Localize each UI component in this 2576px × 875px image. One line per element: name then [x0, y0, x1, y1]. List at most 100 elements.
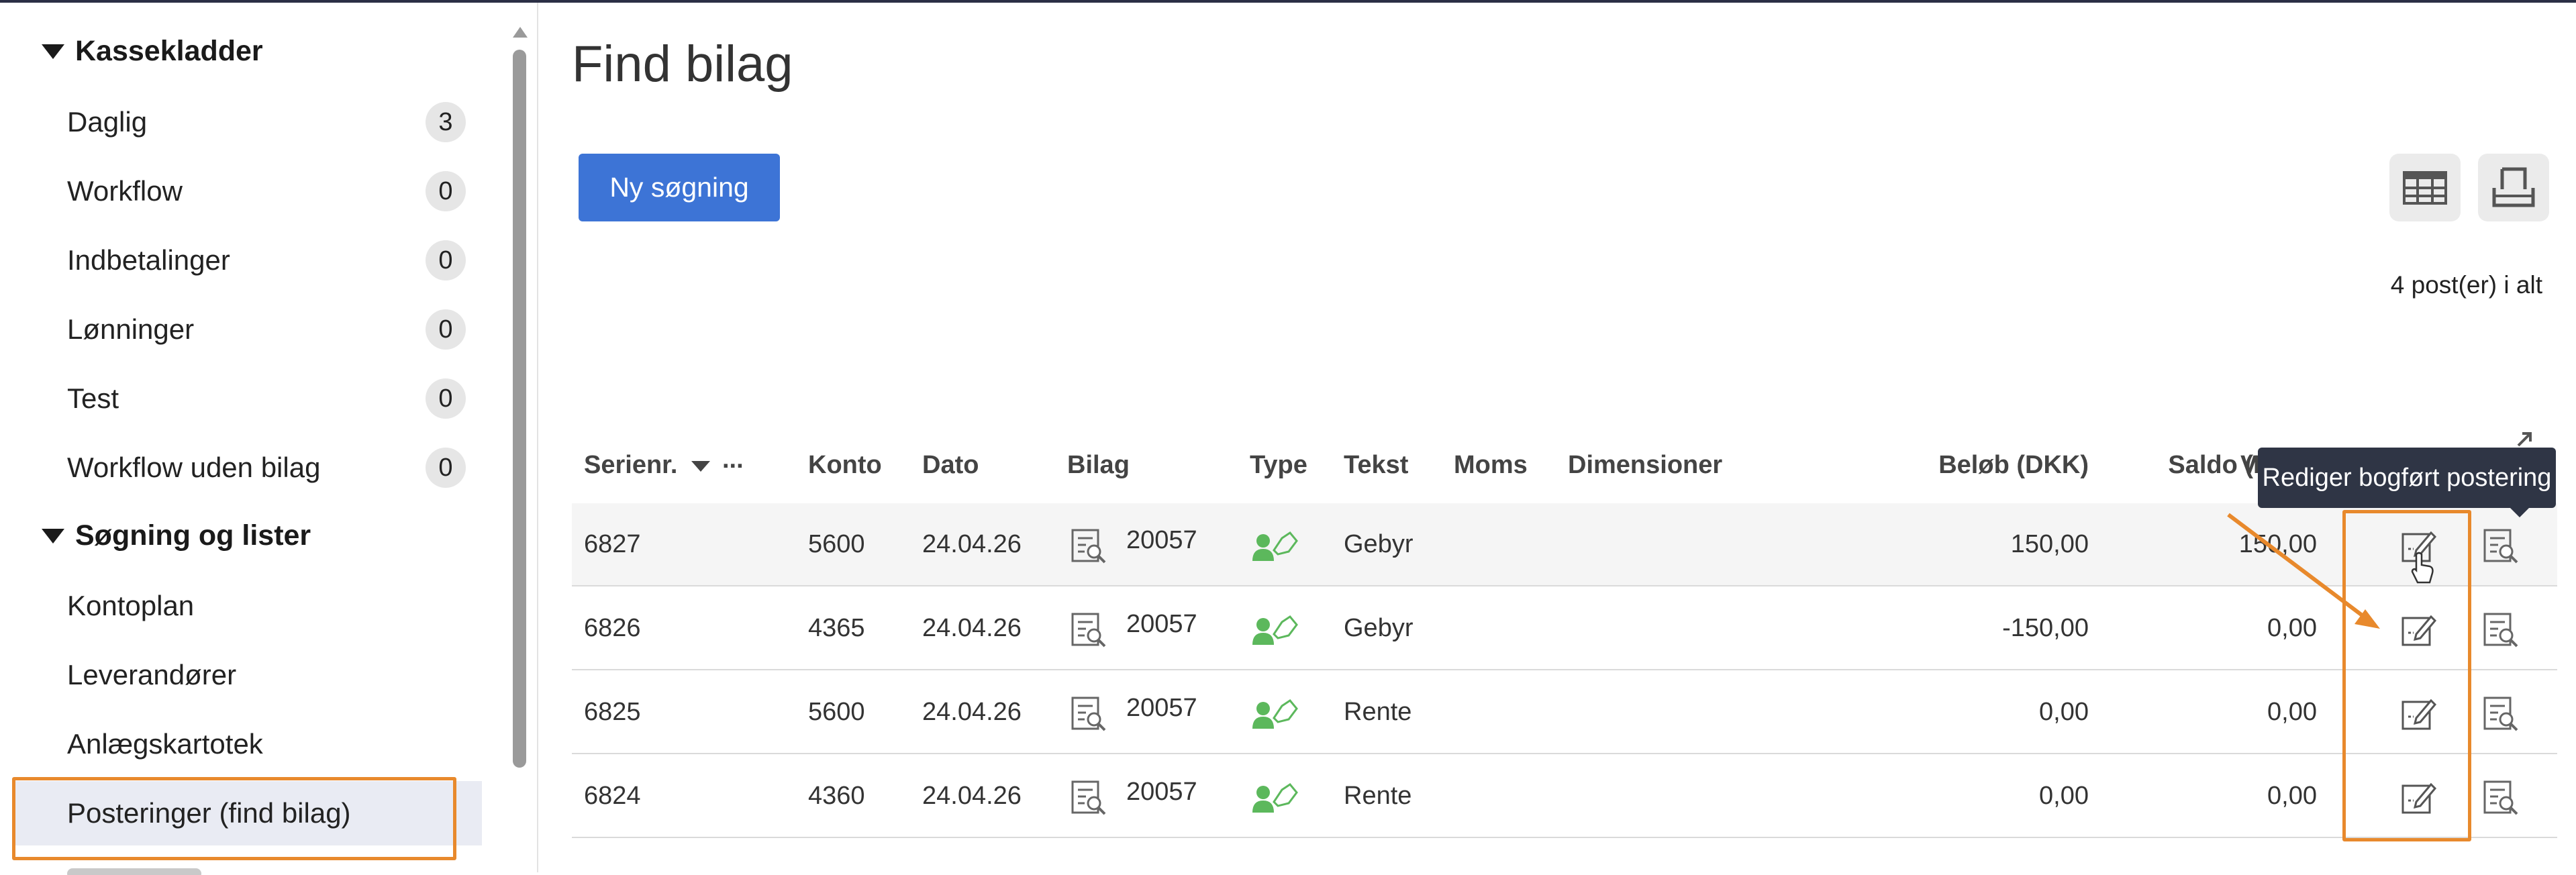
sidebar: Kassekladder Daglig 3 Workflow 0 Indbeta… — [0, 3, 538, 875]
cell-account[interactable]: 5600 — [808, 530, 865, 559]
table-row[interactable]: 6824 4360 24.04.26 20057 Rente 0,00 0,00 — [572, 755, 2557, 838]
scroll-up-icon[interactable] — [513, 27, 528, 38]
cell-text: Rente — [1344, 698, 1412, 726]
sidebar-item-label: Indbetalinger — [67, 244, 230, 276]
cell-voucher[interactable]: 20057 — [1126, 610, 1197, 639]
record-count: 4 post(er) i alt — [2390, 271, 2542, 299]
count-badge: 0 — [426, 378, 466, 419]
sidebar-item-daglig[interactable]: Daglig 3 — [13, 90, 482, 154]
table-row[interactable]: 6827 5600 24.04.26 20057 Gebyr 150,00 150,00 — [572, 503, 2557, 586]
count-badge: 0 — [426, 309, 466, 350]
tooltip-arrow — [2510, 508, 2529, 517]
table-row[interactable]: 6826 4365 24.04.26 20057 Gebyr -150,00 0,00 — [572, 587, 2557, 670]
cell-balance: 150,00 — [2238, 530, 2317, 558]
cell-voucher[interactable]: 20057 — [1126, 778, 1197, 807]
sidebar-item-label: Workflow uden bilag — [67, 452, 321, 483]
column-header-voucher[interactable]: Bilag — [1067, 451, 1130, 480]
scroll-thumb[interactable] — [513, 50, 526, 768]
cell-balance: 0,00 — [2267, 782, 2317, 810]
cell-text: Gebyr — [1344, 530, 1414, 558]
section-label: Kassekladder — [75, 35, 263, 67]
cell-voucher[interactable]: 20057 — [1126, 526, 1197, 555]
voucher-view-icon[interactable] — [1070, 779, 1107, 817]
sidebar-item-label: Lønninger — [67, 313, 195, 345]
cell-date: 24.04.26 — [922, 530, 1022, 558]
cell-serial: 6825 — [584, 698, 641, 726]
cell-account[interactable]: 4360 — [808, 782, 865, 811]
hand-cursor-icon — [2411, 552, 2434, 584]
cell-date: 24.04.26 — [922, 614, 1022, 642]
voucher-search-icon[interactable] — [2482, 695, 2520, 733]
voucher-search-icon[interactable] — [2482, 611, 2520, 649]
type-user-icon — [1252, 783, 1298, 813]
cell-balance: 0,00 — [2267, 698, 2317, 726]
column-header-date[interactable]: Dato — [922, 451, 979, 480]
count-badge: 0 — [426, 171, 466, 211]
sidebar-item-label: Daglig — [67, 106, 148, 138]
voucher-view-icon[interactable] — [1070, 695, 1107, 733]
sidebar-item-lonninger[interactable]: Lønninger 0 — [13, 297, 482, 362]
sidebar-item-workflow[interactable]: Workflow 0 — [13, 159, 482, 223]
cell-serial: 6827 — [584, 530, 641, 558]
section-label: Søgning og lister — [75, 519, 311, 552]
table-row[interactable]: 6825 5600 24.04.26 20057 Rente 0,00 0,00 — [572, 671, 2557, 754]
caret-down-icon — [42, 528, 64, 544]
table-view-button[interactable] — [2389, 154, 2461, 221]
section-kassekladder[interactable]: Kassekladder — [42, 35, 263, 68]
count-badge: 0 — [426, 240, 466, 280]
section-sogning-og-lister[interactable]: Søgning og lister — [42, 519, 311, 552]
expand-icon[interactable] — [2514, 429, 2534, 450]
type-user-icon — [1252, 531, 1298, 561]
column-header-serial[interactable]: Serienr. — [584, 451, 710, 480]
sidebar-item-kontoplan[interactable]: Kontoplan — [13, 574, 482, 638]
sidebar-item-label: Kontoplan — [67, 590, 195, 621]
cell-date: 24.04.26 — [922, 698, 1022, 726]
cut-off-item — [67, 862, 242, 875]
sidebar-item-anlaegskartotek[interactable]: Anlægskartotek — [13, 712, 482, 776]
sidebar-item-indbetalinger[interactable]: Indbetalinger 0 — [13, 228, 482, 293]
cell-voucher[interactable]: 20057 — [1126, 694, 1197, 723]
column-header-type[interactable]: Type — [1250, 451, 1307, 480]
type-user-icon — [1252, 699, 1298, 729]
page-title: Find bilag — [572, 36, 793, 93]
sidebar-item-workflow-uden-bilag[interactable]: Workflow uden bilag 0 — [13, 435, 482, 500]
cell-date: 24.04.26 — [922, 782, 1022, 810]
cell-account[interactable]: 4365 — [808, 614, 865, 643]
print-button[interactable] — [2478, 154, 2549, 221]
column-header-dimensions[interactable]: Dimensioner — [1568, 451, 1722, 480]
count-badge: 0 — [426, 448, 466, 488]
voucher-search-icon[interactable] — [2482, 527, 2520, 565]
sidebar-item-label: Test — [67, 382, 119, 414]
column-header-account[interactable]: Konto — [808, 451, 882, 480]
voucher-view-icon[interactable] — [1070, 527, 1107, 565]
sort-desc-icon — [691, 460, 710, 472]
sidebar-item-leverandorer[interactable]: Leverandører — [13, 643, 482, 707]
cell-serial: 6826 — [584, 614, 641, 642]
print-icon — [2492, 167, 2535, 207]
highlight-frame — [12, 777, 456, 860]
voucher-view-icon[interactable] — [1070, 611, 1107, 649]
sidebar-item-test[interactable]: Test 0 — [13, 366, 482, 431]
count-badge: 3 — [426, 102, 466, 142]
caret-down-icon — [42, 44, 64, 59]
cell-account[interactable]: 5600 — [808, 698, 865, 727]
new-search-button[interactable]: Ny søgning — [579, 154, 780, 221]
column-header-text[interactable]: Tekst — [1344, 451, 1408, 480]
edit-column-highlight-frame — [2342, 510, 2471, 841]
sidebar-scrollbar[interactable] — [506, 23, 530, 872]
column-label: Serienr. — [584, 451, 678, 479]
cell-text: Rente — [1344, 782, 1412, 810]
sidebar-item-label: Anlægskartotek — [67, 728, 263, 760]
table-view-icon — [2403, 170, 2447, 205]
column-options-button[interactable]: ... — [722, 446, 744, 474]
cell-balance: 0,00 — [2267, 614, 2317, 642]
tooltip-edit-posting: Rediger bogført postering — [2258, 448, 2556, 508]
cell-text: Gebyr — [1344, 614, 1414, 642]
column-header-partial[interactable]: V — [2240, 451, 2257, 480]
sidebar-item-label: Leverandører — [67, 659, 237, 690]
voucher-search-icon[interactable] — [2482, 779, 2520, 817]
cell-serial: 6824 — [584, 782, 641, 810]
sidebar-item-label: Workflow — [67, 175, 183, 207]
column-header-vat[interactable]: Moms — [1454, 451, 1528, 480]
type-user-icon — [1252, 615, 1298, 645]
